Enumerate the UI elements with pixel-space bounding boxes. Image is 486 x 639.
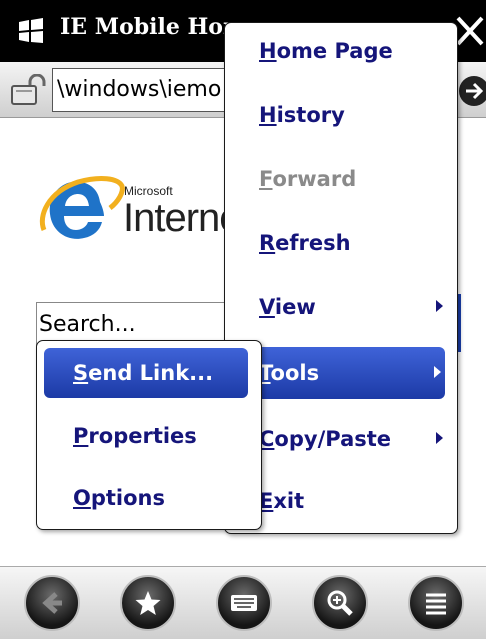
menu-item-label: ome Page <box>276 39 393 63</box>
menu-item-home-page[interactable]: Home Page <box>225 25 457 77</box>
menu-mnemonic: H <box>259 39 277 63</box>
menu-item-history[interactable]: History <box>225 89 457 141</box>
back-icon <box>42 592 62 614</box>
keyboard-button[interactable] <box>216 575 272 631</box>
submenu-item-label: end Link... <box>88 361 214 385</box>
menu-item-label: ools <box>270 361 320 385</box>
menu-mnemonic: O <box>73 486 91 510</box>
bottom-toolbar <box>0 566 486 639</box>
menu-mnemonic: P <box>73 424 89 448</box>
submenu-item-properties[interactable]: Properties <box>37 411 261 461</box>
submenu-item-options[interactable]: Options <box>37 473 261 523</box>
menu-item-label: xit <box>273 489 305 513</box>
menu-item-label: iew <box>274 295 316 319</box>
keyboard-icon <box>231 595 257 611</box>
favorites-icon <box>135 591 161 615</box>
menu-item-forward: Forward <box>225 153 457 205</box>
tools-submenu: Send Link... Properties Options <box>36 340 262 530</box>
submenu-item-send-link[interactable]: Send Link... <box>44 348 248 398</box>
menu-mnemonic: F <box>259 167 273 191</box>
zoom-button[interactable] <box>312 575 368 631</box>
menu-item-label: istory <box>276 103 345 127</box>
menu-button[interactable] <box>408 575 464 631</box>
menu-icon <box>426 593 446 615</box>
menu-item-view[interactable]: View <box>225 281 457 333</box>
menu-item-refresh[interactable]: Refresh <box>225 217 457 269</box>
menu-mnemonic: H <box>259 103 277 127</box>
lock-icon <box>11 74 46 105</box>
window-title: IE Mobile Hom <box>60 14 247 40</box>
menu-mnemonic: V <box>259 295 275 319</box>
internet-explorer-logo <box>39 176 125 239</box>
favorites-button[interactable] <box>120 575 176 631</box>
submenu-item-label: ptions <box>90 486 166 510</box>
submenu-arrow-icon <box>436 300 443 312</box>
logo-internet-text: Interne <box>123 196 242 240</box>
menu-item-label: efresh <box>275 231 351 255</box>
back-button[interactable] <box>24 575 80 631</box>
submenu-arrow-icon <box>434 366 441 378</box>
windows-start-icon[interactable] <box>16 16 46 46</box>
menu-item-label: opy/Paste <box>274 427 392 451</box>
menu-item-label: orward <box>272 167 357 191</box>
menu-mnemonic: S <box>73 361 89 385</box>
menu-mnemonic: R <box>259 231 276 255</box>
submenu-arrow-icon <box>436 432 443 444</box>
submenu-item-label: roperties <box>88 424 197 448</box>
zoom-icon <box>327 590 353 616</box>
